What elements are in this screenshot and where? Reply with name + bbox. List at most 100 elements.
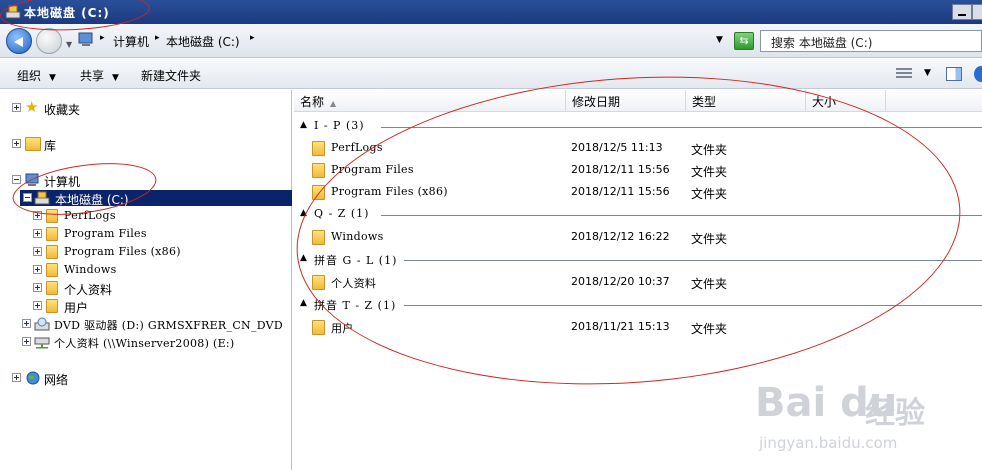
view-options-icon[interactable] bbox=[896, 68, 912, 80]
expand-icon[interactable] bbox=[12, 103, 21, 112]
tree-subfolder[interactable]: PerfLogs bbox=[0, 208, 292, 224]
organize-button[interactable]: 组织 ▼ bbox=[17, 67, 56, 84]
share-button[interactable]: 共享 ▼ bbox=[80, 67, 119, 84]
view-dropdown[interactable]: ▼ bbox=[924, 68, 931, 78]
tree-label: DVD 驱动器 (D:) GRMSXFRER_CN_DVD bbox=[54, 319, 284, 332]
back-arrow-icon[interactable] bbox=[6, 28, 32, 54]
expand-icon[interactable] bbox=[12, 373, 21, 382]
group-divider bbox=[381, 215, 982, 216]
organize-label: 组织 bbox=[17, 69, 42, 83]
expand-icon[interactable] bbox=[12, 139, 21, 148]
group-label: Q - Z (1) bbox=[314, 207, 374, 220]
new-folder-button[interactable]: 新建文件夹 bbox=[141, 67, 201, 84]
expand-icon[interactable] bbox=[33, 265, 42, 274]
breadcrumb-separator[interactable]: ▸ bbox=[250, 33, 255, 43]
address-dropdown[interactable]: ▼ bbox=[716, 35, 723, 45]
network-icon bbox=[25, 371, 41, 385]
file-row[interactable]: Program Files (x86) 2018/12/11 15:56 文件夹 bbox=[294, 182, 982, 202]
column-header-type[interactable]: 类型 bbox=[686, 90, 806, 112]
drive-icon bbox=[5, 5, 21, 19]
folder-icon bbox=[312, 163, 325, 178]
folder-icon bbox=[312, 141, 325, 156]
tree-libraries[interactable]: 库 bbox=[0, 136, 292, 153]
tree-label: 个人资料 (\\Winserver2008) (E:) bbox=[54, 337, 235, 350]
refresh-icon[interactable]: ⇆ bbox=[734, 32, 754, 50]
collapse-group-icon[interactable]: ▲ bbox=[300, 120, 307, 130]
file-name: Program Files (x86) bbox=[331, 185, 448, 198]
collapse-icon[interactable] bbox=[23, 193, 32, 202]
group-header[interactable]: ▲ 拼音 T - Z (1) bbox=[294, 297, 982, 313]
command-bar: 组织 ▼ 共享 ▼ 新建文件夹 ▼ bbox=[0, 59, 982, 89]
file-name: 个人资料 bbox=[331, 277, 377, 290]
tree-label: PerfLogs bbox=[64, 209, 116, 222]
breadcrumb-separator[interactable]: ▸ bbox=[100, 33, 105, 43]
collapse-group-icon[interactable]: ▲ bbox=[300, 298, 307, 308]
watermark: Bai du 经验 jingyan.baidu.com bbox=[755, 380, 975, 465]
preview-pane-icon[interactable] bbox=[946, 67, 962, 81]
group-label: 拼音 T - Z (1) bbox=[314, 297, 401, 313]
group-header[interactable]: ▲ Q - Z (1) bbox=[294, 207, 982, 223]
file-type: 文件夹 bbox=[691, 232, 728, 246]
column-header-size[interactable]: 大小 bbox=[806, 90, 886, 112]
tree-subfolder[interactable]: Program Files bbox=[0, 226, 292, 242]
search-input[interactable]: 搜索 本地磁盘 (C:) bbox=[760, 30, 982, 52]
network-drive-icon bbox=[34, 335, 50, 349]
expand-icon[interactable] bbox=[33, 247, 42, 256]
file-type: 文件夹 bbox=[691, 322, 728, 336]
breadcrumb-separator[interactable]: ▸ bbox=[155, 33, 160, 43]
file-modified: 2018/12/12 16:22 bbox=[571, 230, 670, 243]
expand-icon[interactable] bbox=[33, 301, 42, 310]
title-bar: 本地磁盘 (C:) bbox=[0, 0, 982, 24]
tree-label: Program Files (x86) bbox=[64, 245, 181, 258]
collapse-group-icon[interactable]: ▲ bbox=[300, 253, 307, 263]
tree-computer[interactable]: 计算机 bbox=[0, 172, 292, 189]
library-icon bbox=[25, 137, 41, 151]
tree-label: 收藏夹 bbox=[44, 103, 81, 117]
tree-network[interactable]: 网络 bbox=[0, 370, 292, 387]
file-row[interactable]: Windows 2018/12/12 16:22 文件夹 bbox=[294, 227, 982, 247]
expand-icon[interactable] bbox=[22, 319, 31, 328]
tree-subfolder[interactable]: Windows bbox=[0, 262, 292, 278]
group-header[interactable]: ▲ 拼音 G - L (1) bbox=[294, 252, 982, 268]
file-name: PerfLogs bbox=[331, 141, 383, 154]
file-row[interactable]: 用户 2018/11/21 15:13 文件夹 bbox=[294, 317, 982, 337]
group-header[interactable]: ▲ I - P (3) bbox=[294, 119, 982, 135]
collapse-icon[interactable] bbox=[12, 175, 21, 184]
watermark-cn: 经验 bbox=[865, 396, 925, 431]
folder-icon bbox=[46, 299, 58, 313]
minimize-button[interactable] bbox=[952, 4, 972, 20]
file-name: 用户 bbox=[331, 322, 354, 335]
group-divider bbox=[381, 127, 982, 128]
column-header-modified[interactable]: 修改日期 bbox=[566, 90, 686, 112]
expand-icon[interactable] bbox=[33, 211, 42, 220]
file-row[interactable]: Program Files 2018/12/11 15:56 文件夹 bbox=[294, 160, 982, 180]
tree-label: 个人资料 bbox=[64, 283, 113, 297]
tree-subfolder[interactable]: 用户 bbox=[0, 298, 292, 315]
recent-pages-dropdown[interactable]: ▼ bbox=[66, 40, 72, 49]
expand-icon[interactable] bbox=[33, 229, 42, 238]
column-header-name[interactable]: 名称 ▲ bbox=[294, 90, 566, 112]
forward-arrow-icon[interactable] bbox=[36, 28, 62, 54]
file-row[interactable]: PerfLogs 2018/12/5 11:13 文件夹 bbox=[294, 138, 982, 158]
file-name: Program Files bbox=[331, 163, 414, 176]
star-icon: ★ bbox=[25, 98, 39, 116]
expand-icon[interactable] bbox=[33, 283, 42, 292]
tree-network-drive[interactable]: 个人资料 (\\Winserver2008) (E:) bbox=[0, 334, 292, 350]
column-header-empty bbox=[886, 90, 982, 112]
tree-favorites[interactable]: ★ 收藏夹 bbox=[0, 98, 292, 117]
folder-icon bbox=[46, 227, 58, 241]
tree-label: 用户 bbox=[64, 301, 89, 315]
breadcrumb-computer[interactable]: 计算机 bbox=[113, 33, 149, 50]
tree-subfolder[interactable]: Program Files (x86) bbox=[0, 244, 292, 260]
tree-label: 计算机 bbox=[44, 175, 81, 189]
breadcrumb-local-disk[interactable]: 本地磁盘 (C:) bbox=[166, 33, 240, 50]
expand-icon[interactable] bbox=[22, 337, 31, 346]
help-icon[interactable] bbox=[974, 66, 982, 82]
file-modified: 2018/12/11 15:56 bbox=[571, 163, 670, 176]
tree-local-disk[interactable]: 本地磁盘 (C:) bbox=[20, 190, 292, 207]
tree-subfolder[interactable]: 个人资料 bbox=[0, 280, 292, 297]
file-row[interactable]: 个人资料 2018/12/20 10:37 文件夹 bbox=[294, 272, 982, 292]
maximize-button[interactable] bbox=[972, 4, 982, 20]
tree-dvd-drive[interactable]: DVD 驱动器 (D:) GRMSXFRER_CN_DVD bbox=[0, 316, 292, 332]
collapse-group-icon[interactable]: ▲ bbox=[300, 208, 307, 218]
